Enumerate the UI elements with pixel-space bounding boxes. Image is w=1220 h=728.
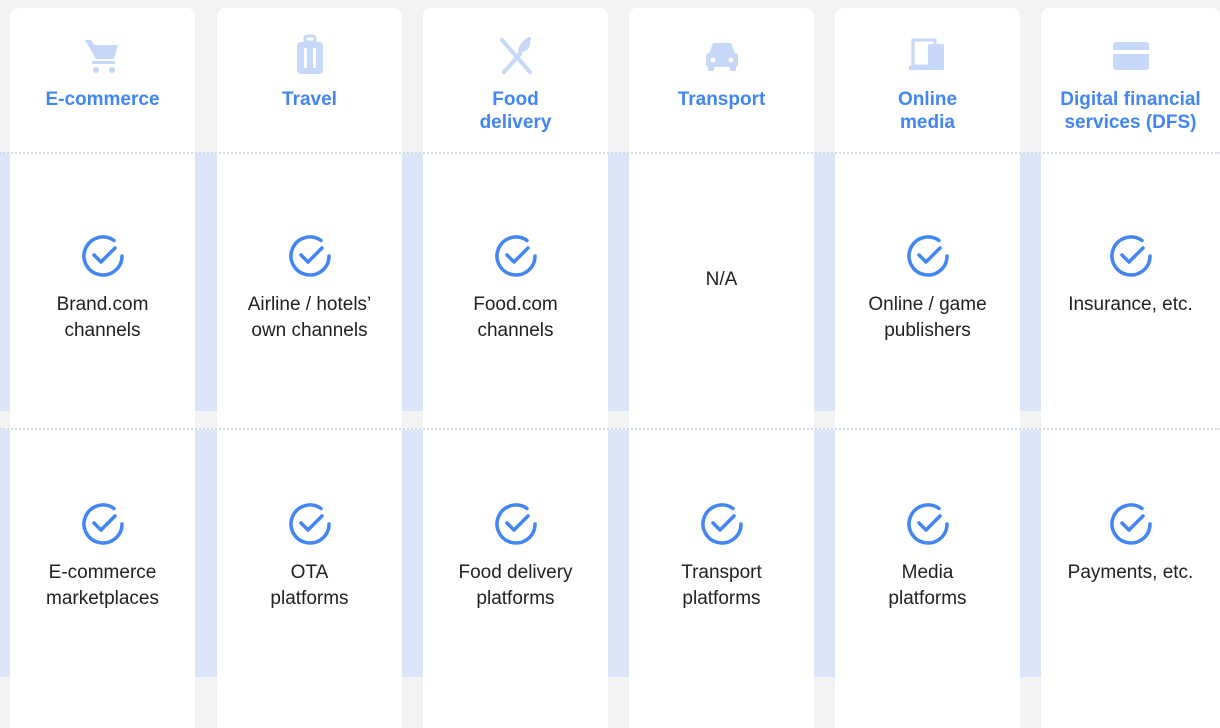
check-circle-icon [288, 235, 331, 277]
column-ecommerce: E-commerce Brand.com channels E-commerce… [10, 8, 195, 728]
check-circle-icon [494, 503, 537, 545]
cell-row1: Insurance, etc. [1041, 230, 1220, 318]
cell-row2: Food delivery platforms [423, 498, 608, 612]
check-circle-icon [81, 503, 124, 545]
cell-row1: Brand.com channels [10, 230, 195, 344]
cell-label: Insurance, etc. [1068, 294, 1193, 315]
column-travel: Travel Airline / hotels’ own channels OT… [217, 8, 402, 728]
cell-row1: N/A [629, 267, 814, 293]
column-dfs: Digital financial services (DFS) Insuran… [1041, 8, 1220, 728]
column-title: Travel [282, 89, 337, 110]
row-divider [0, 152, 1220, 154]
car-icon [705, 43, 738, 71]
column-title: E-commerce [45, 89, 160, 110]
column-title: Digital financial services (DFS) [1060, 89, 1201, 133]
cell-row2: Transport platforms [629, 498, 814, 612]
cell-row2: Media platforms [835, 498, 1020, 612]
cell-label: Online / game publishers [868, 294, 987, 341]
column-title: Online media [897, 89, 958, 133]
fork-knife-icon [499, 37, 532, 74]
cell-row1: Online / game publishers [835, 230, 1020, 344]
column-transport: Transport N/A Transport platforms [629, 8, 814, 728]
column-food-delivery: Food delivery Food.com channels Food del… [423, 8, 608, 728]
cell-row2: OTA platforms [217, 498, 402, 612]
check-circle-icon [1109, 235, 1152, 277]
cell-label: Payments, etc. [1067, 562, 1194, 583]
cell-label: OTA platforms [270, 562, 349, 609]
column-title: Food delivery [479, 89, 552, 133]
cell-label: Food.com channels [473, 294, 558, 341]
na-label: N/A [705, 269, 738, 290]
cell-row2: E-commerce marketplaces [10, 498, 195, 612]
cell-label: Brand.com channels [56, 294, 149, 341]
check-circle-icon [81, 235, 124, 277]
luggage-icon [296, 34, 323, 74]
check-circle-icon [906, 235, 949, 277]
cell-label: Food delivery platforms [458, 562, 573, 609]
column-online-media: Online media Online / game publishers Me… [835, 8, 1020, 728]
column-title: Transport [677, 89, 766, 110]
shopping-cart-icon [84, 40, 118, 73]
check-circle-icon [494, 235, 537, 277]
cell-label: E-commerce marketplaces [46, 562, 159, 609]
credit-card-icon [1112, 42, 1149, 70]
cell-label: Airline / hotels’ own channels [247, 294, 372, 341]
check-circle-icon [906, 503, 949, 545]
cell-row1: Food.com channels [423, 230, 608, 344]
cell-row2: Payments, etc. [1041, 498, 1220, 586]
check-circle-icon [288, 503, 331, 545]
check-circle-icon [1109, 503, 1152, 545]
cell-label: Transport platforms [681, 562, 762, 609]
check-circle-icon [700, 503, 743, 545]
row-divider [0, 428, 1220, 430]
cell-row1: Airline / hotels’ own channels [217, 230, 402, 344]
cell-label: Media platforms [888, 562, 967, 609]
devices-icon [908, 38, 944, 70]
